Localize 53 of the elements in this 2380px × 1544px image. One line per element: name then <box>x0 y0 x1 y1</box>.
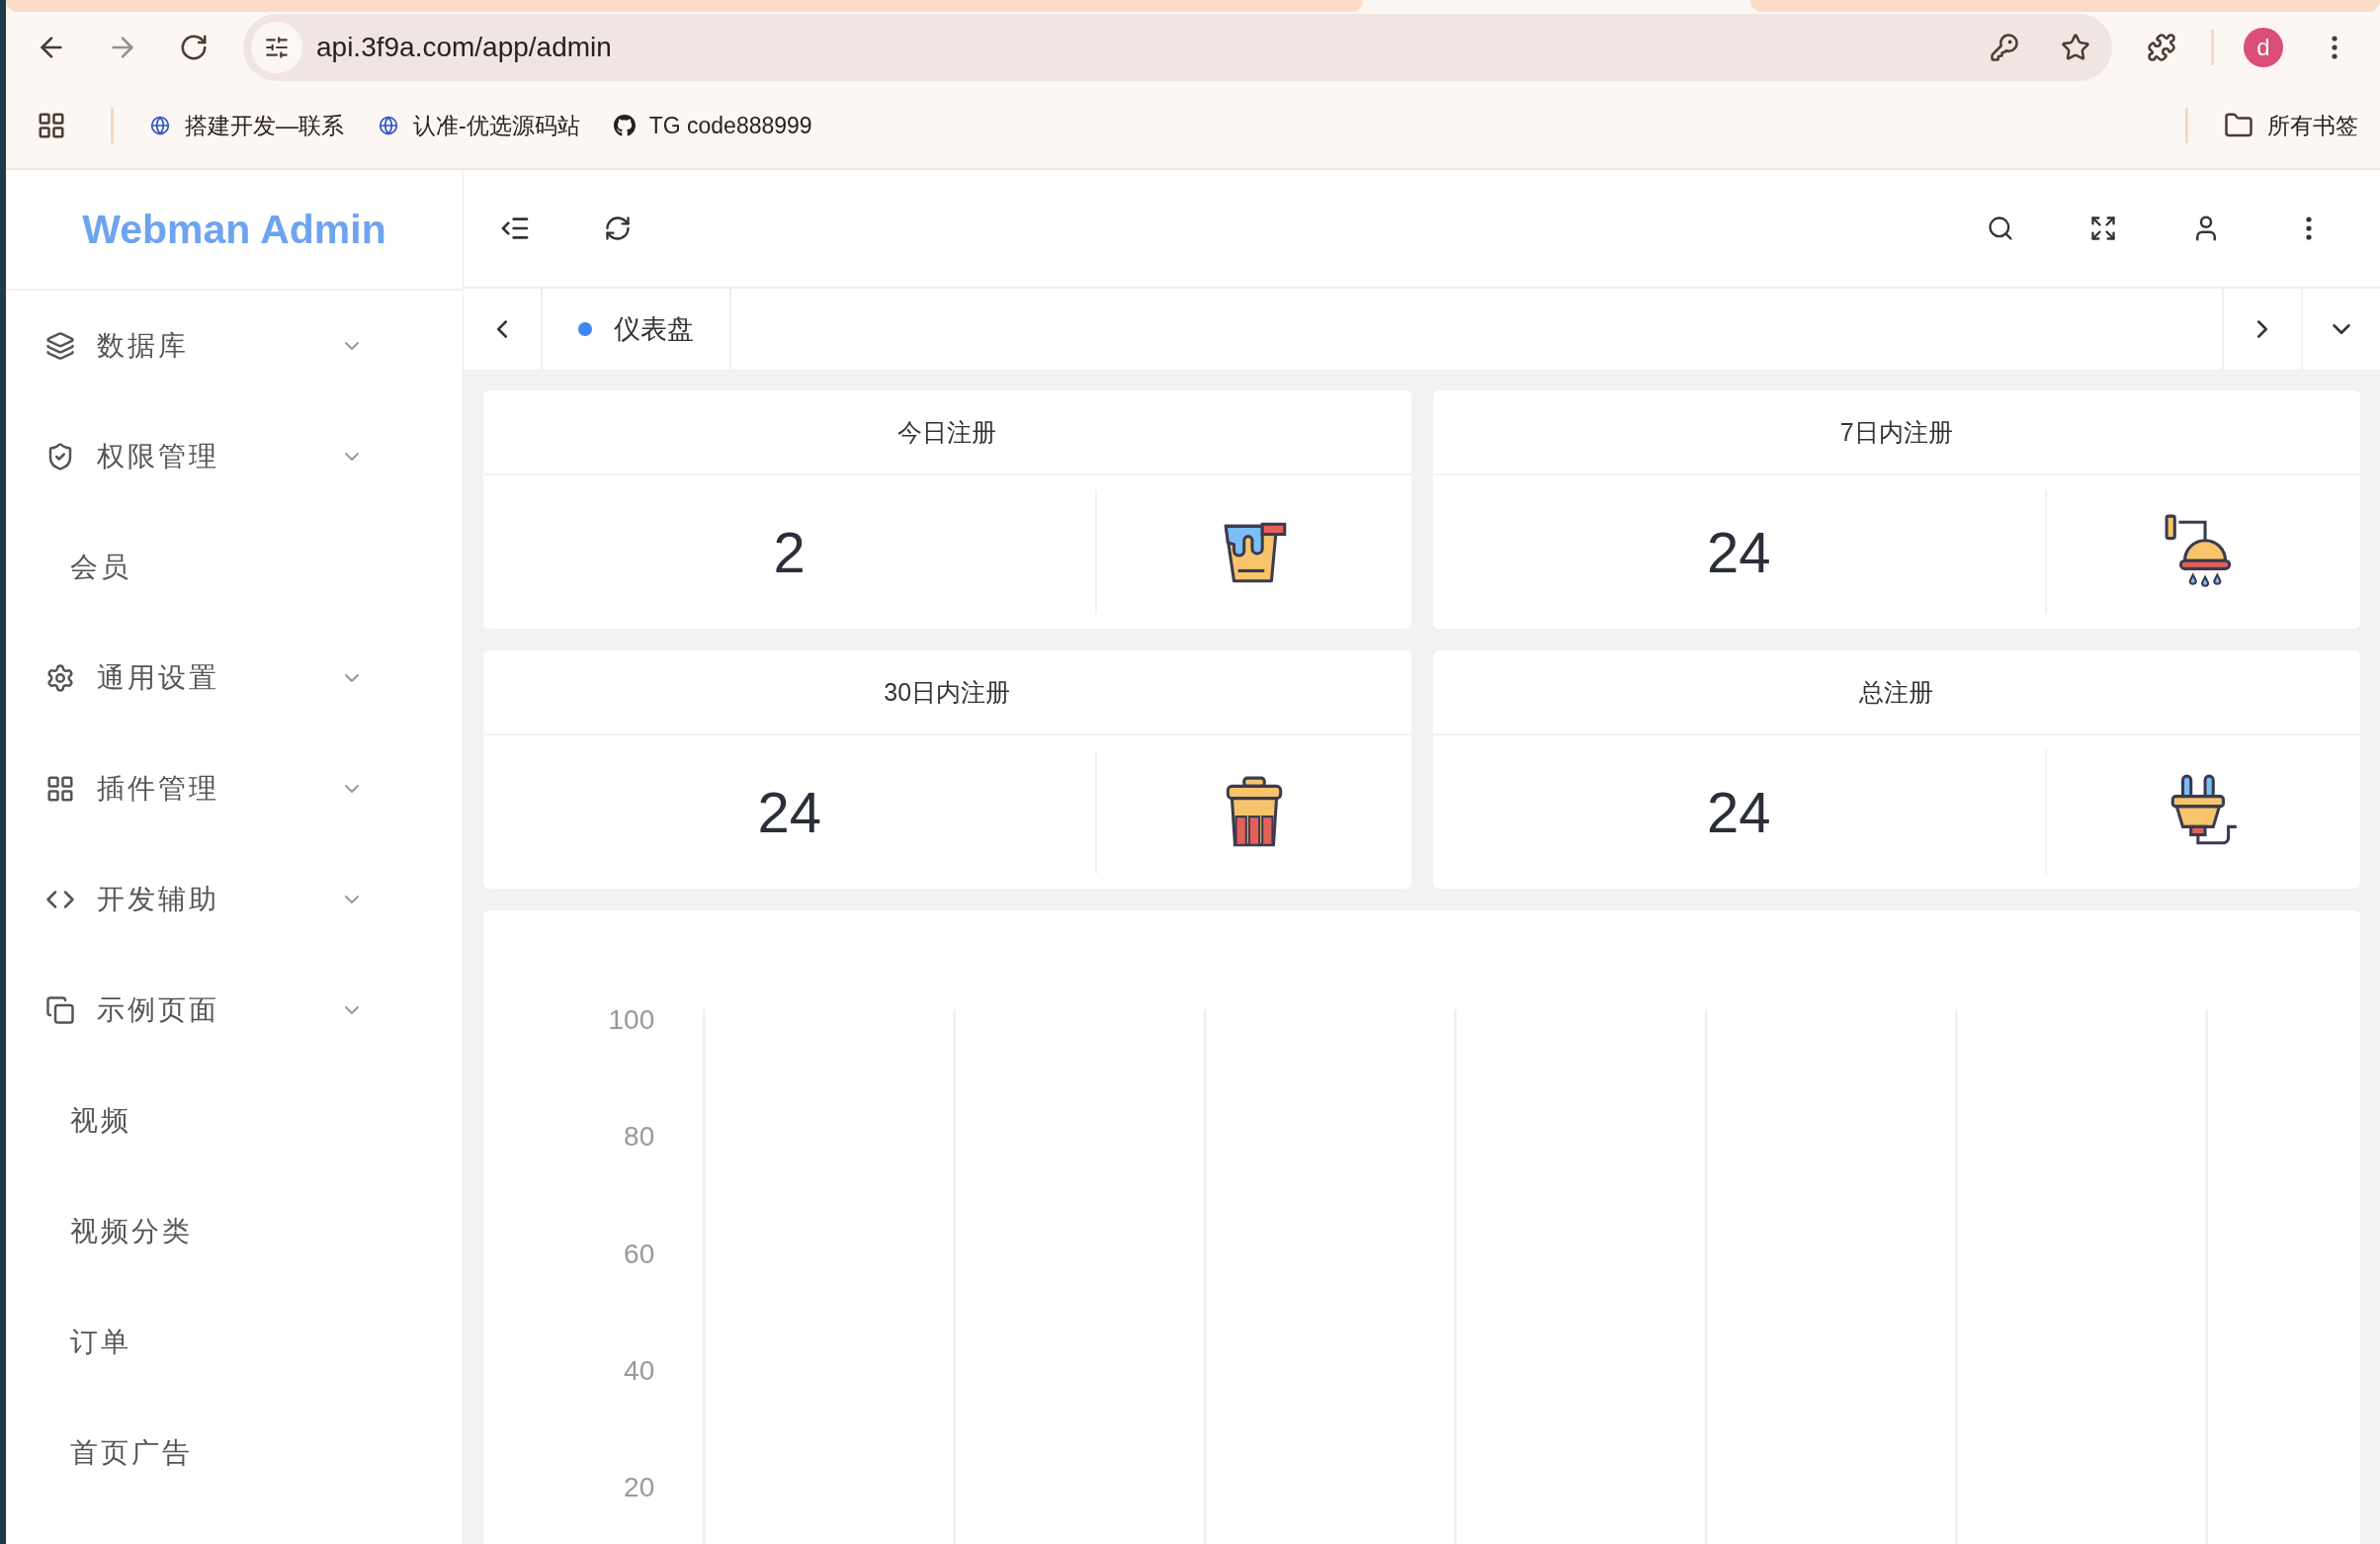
stat-value: 24 <box>1705 779 1772 846</box>
all-bookmarks-button[interactable]: 所有书签 <box>2216 106 2366 145</box>
sidebar-item[interactable]: 插件管理 <box>6 733 463 844</box>
bookmark-label: 搭建开发—联系 <box>185 111 344 140</box>
stat-title: 7日内注册 <box>1432 390 2360 475</box>
sidebar-item[interactable]: 通用设置 <box>6 623 463 733</box>
search-icon <box>1987 214 2014 242</box>
stat-value: 24 <box>756 779 822 846</box>
sliders-icon <box>264 35 290 60</box>
sidebar-item[interactable]: 示例页面 <box>6 955 463 1066</box>
app-logo: Webman Admin <box>6 170 463 291</box>
stat-value: 24 <box>1705 519 1772 586</box>
bookmark-label: 所有书签 <box>2267 111 2358 140</box>
bookmark-label: 认准-优选源码站 <box>413 111 580 140</box>
site-icon <box>379 116 398 135</box>
bookmark-label: TG code888999 <box>648 112 812 139</box>
bookmark[interactable]: 认准-优选源码站 <box>370 106 588 145</box>
sidebar-item[interactable]: 视频分类 <box>6 1176 463 1287</box>
layers-icon <box>45 331 75 361</box>
url-text: api.3f9a.com/app/admin <box>316 32 613 63</box>
refresh-icon <box>604 214 632 242</box>
bookmark[interactable]: TG code888999 <box>605 108 820 143</box>
sidebar-item[interactable]: 权限管理 <box>6 401 463 512</box>
sidebar-item[interactable]: 数据库 <box>6 291 463 401</box>
stat-value: 2 <box>772 519 807 586</box>
fullscreen-icon <box>2089 214 2117 242</box>
stat-title: 30日内注册 <box>483 650 1411 735</box>
sidebar-item[interactable]: 开发辅助 <box>6 844 463 955</box>
sidebar-item[interactable]: 会员 <box>6 512 463 623</box>
bookmark[interactable]: 搭建开发—联系 <box>141 106 352 145</box>
sidebar-item[interactable]: 视频 <box>6 1066 463 1176</box>
menu-icon <box>2332 36 2338 59</box>
y-tick-label: 40 <box>624 1354 655 1386</box>
y-tick-label: 80 <box>624 1121 655 1153</box>
puzzle-icon <box>2147 33 2176 62</box>
stat-title: 今日注册 <box>483 390 1411 475</box>
grid-icon <box>37 111 66 140</box>
y-tick-label: 20 <box>624 1471 655 1502</box>
sidebar-item[interactable]: 首页广告 <box>6 1398 463 1508</box>
sidebar-item[interactable]: 订单 <box>6 1287 463 1398</box>
site-icon <box>150 116 170 135</box>
y-tick-label: 60 <box>624 1238 655 1269</box>
reload-icon <box>179 33 209 62</box>
settings-icon <box>45 663 75 693</box>
grid-icon <box>45 774 75 804</box>
address-bar[interactable]: api.3f9a.com/app/admin <box>243 14 2112 81</box>
y-tick-label: 100 <box>608 1004 655 1036</box>
star-icon[interactable] <box>2061 33 2090 62</box>
site-settings-button[interactable] <box>251 22 302 73</box>
key-icon[interactable] <box>1990 33 2019 62</box>
more-icon <box>2306 216 2312 240</box>
stat-title: 总注册 <box>1432 650 2360 735</box>
profile-avatar[interactable]: d <box>2244 28 2283 67</box>
